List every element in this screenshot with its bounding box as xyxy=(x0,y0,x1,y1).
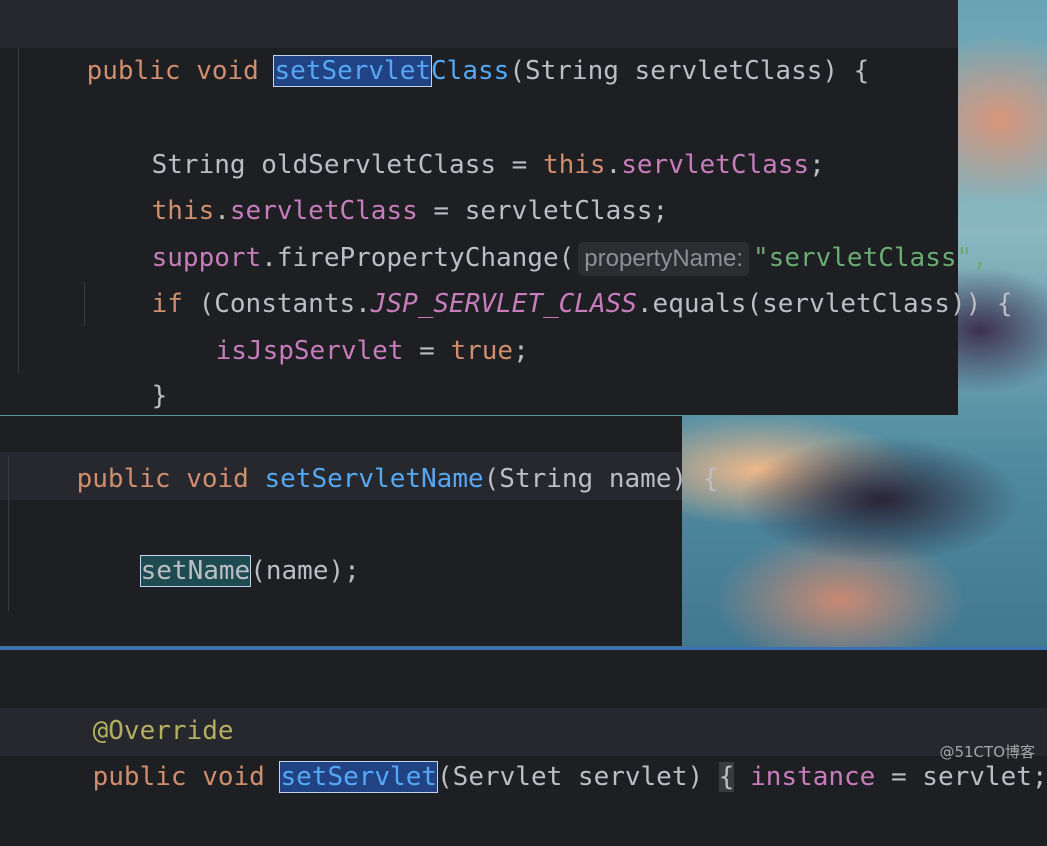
selected-method-name[interactable]: setServlet xyxy=(273,55,433,87)
code-line[interactable]: this.servletClass = servletClass; xyxy=(0,142,958,226)
watermark: @51CTO博客 xyxy=(939,743,1035,761)
selected-method-name[interactable]: setServlet xyxy=(279,761,439,793)
code-panel-setServletClass: public void setServletClass(String servl… xyxy=(0,0,1013,458)
code-line[interactable]: } xyxy=(0,594,682,678)
code-line-signature[interactable]: public void setServletClass(String servl… xyxy=(0,2,958,87)
highlighted-call[interactable]: setName xyxy=(139,555,252,587)
code-line-signature[interactable]: public void setServletName(String name) … xyxy=(0,410,719,494)
folded-brace[interactable]: { xyxy=(718,762,735,792)
annotation-line[interactable]: @Override xyxy=(0,662,1047,746)
code-line[interactable]: isJspServlet = true; xyxy=(0,282,958,366)
code-panel-setServlet: @Override public void setServlet(Servlet… xyxy=(0,650,1047,793)
code-panel-setServletName: public void setServletName(String name) … xyxy=(0,416,718,678)
code-line-signature[interactable]: public void setServlet(Servlet servlet) … xyxy=(0,708,1047,793)
code-line[interactable]: support.firePropertyChange(propertyName:… xyxy=(0,189,988,276)
code-line[interactable]: if (Constants.JSP_SERVLET_CLASS.equals(s… xyxy=(0,235,1013,319)
code-line[interactable]: String oldServletClass = this.servletCla… xyxy=(0,96,958,180)
code-line[interactable]: setName(name); xyxy=(0,502,682,587)
code-line[interactable]: } xyxy=(0,327,958,411)
